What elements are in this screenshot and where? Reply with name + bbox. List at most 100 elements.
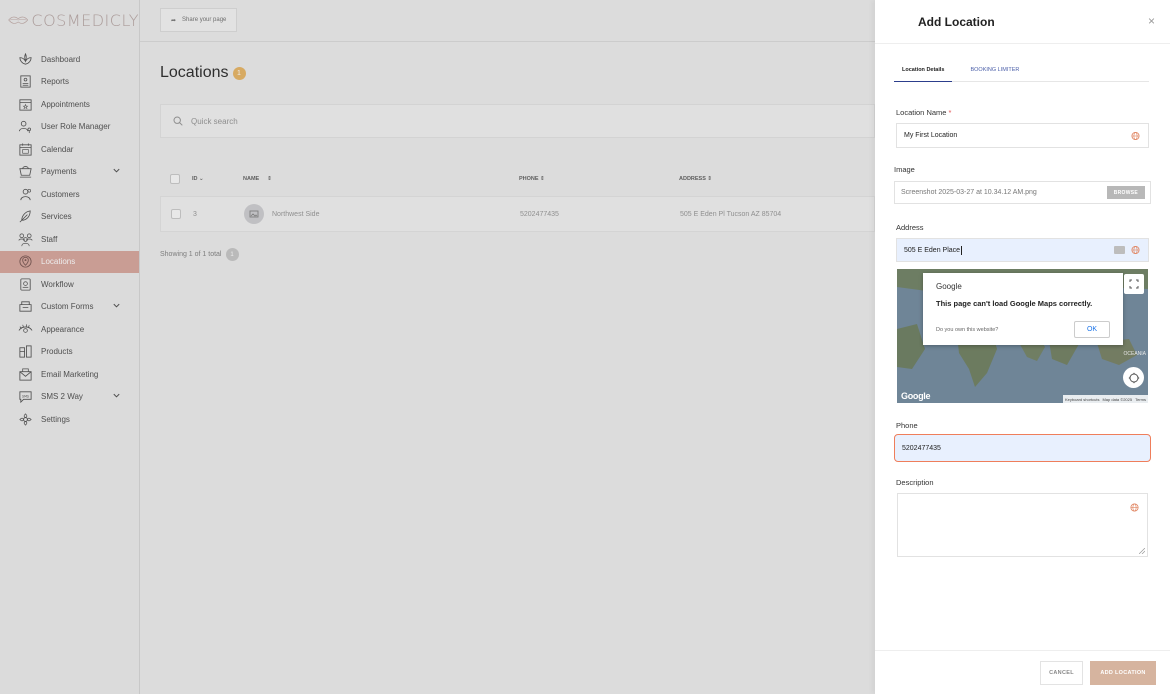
sidebar-item-label: Payments <box>41 167 77 177</box>
share-arrow-icon: ➦ <box>171 17 177 24</box>
description-label: Description <box>896 478 934 487</box>
feather-icon <box>17 209 33 225</box>
select-all-checkbox[interactable] <box>170 174 180 184</box>
address-input[interactable]: 505 E Eden Place <box>896 238 1149 262</box>
translate-globe-icon[interactable] <box>1131 131 1140 140</box>
lips-logo-icon <box>8 16 29 24</box>
sidebar-item-appearance[interactable]: Appearance <box>0 318 139 341</box>
brand-logo[interactable]: COSMEDICLY <box>0 0 139 40</box>
email-icon <box>17 366 33 382</box>
sidebar-item-calendar[interactable]: Calendar <box>0 138 139 161</box>
map-label-oceania: OCEANIA <box>1123 351 1146 357</box>
address-value: 505 E Eden Place <box>904 246 961 254</box>
showing-text: Showing 1 of 1 total <box>160 251 222 258</box>
svg-text:SMS: SMS <box>22 395 29 399</box>
sms-icon: SMS <box>17 389 33 405</box>
brand-name: COSMEDICLY <box>31 10 139 30</box>
col-id-label: ID <box>192 176 198 182</box>
sidebar-item-products[interactable]: Products <box>0 341 139 364</box>
chevron-down-icon[interactable] <box>112 301 121 312</box>
sidebar-item-workflow[interactable]: Workflow <box>0 273 139 296</box>
sidebar-item-payments[interactable]: Payments <box>0 161 139 184</box>
chevron-down-icon[interactable] <box>112 391 121 402</box>
sidebar-item-staff[interactable]: Staff <box>0 228 139 251</box>
add-location-button[interactable]: ADD LOCATION <box>1090 661 1156 685</box>
location-name-label: Location Name * <box>896 108 951 117</box>
sidebar-item-label: Calendar <box>41 144 74 154</box>
calendar-icon <box>17 141 33 157</box>
row-checkbox[interactable] <box>171 209 181 219</box>
products-icon <box>17 344 33 360</box>
main-content: ➦ Share your page Locations 1 Quick sear… <box>140 0 875 694</box>
image-file-input[interactable]: Screenshot 2025-03-27 at 10.34.12 AM.png… <box>894 181 1151 204</box>
autofill-icon[interactable] <box>1114 246 1125 254</box>
tab-booking-limiter[interactable]: BOOKING LIMITER <box>962 64 1027 82</box>
sidebar-item-label: Workflow <box>41 279 74 289</box>
translate-globe-icon[interactable] <box>1131 245 1140 255</box>
sidebar-item-label: Custom Forms <box>41 302 94 312</box>
terms-link[interactable]: Terms <box>1135 397 1146 402</box>
col-address-header[interactable]: ADDRESS ⇕ <box>679 176 712 182</box>
row-phone: 5202477435 <box>520 210 559 218</box>
sidebar-nav: Dashboard Reports Appointments User Role Ma… <box>0 48 139 431</box>
dialog-message: This page can't load Google Maps correct… <box>936 299 1093 308</box>
map-error-dialog: Google This page can't load Google Maps … <box>923 273 1123 345</box>
row-name: Northwest Side <box>272 210 320 218</box>
sidebar-item-locations[interactable]: Locations <box>0 250 139 273</box>
add-location-drawer: Add Location × Location Details BOOKING … <box>875 0 1170 694</box>
drawer-footer: CANCEL ADD LOCATION <box>875 650 1170 694</box>
col-name-label: NAME <box>243 176 260 182</box>
top-bar: ➦ Share your page <box>140 0 875 42</box>
col-phone-label: PHONE <box>519 176 539 182</box>
sidebar-item-label: Settings <box>41 414 70 424</box>
drawer-header: Add Location <box>875 0 1170 44</box>
pan-control-icon[interactable] <box>1123 367 1144 388</box>
page-number-button[interactable]: 1 <box>225 248 239 261</box>
sidebar-item-dashboard[interactable]: Dashboard <box>0 48 139 71</box>
search-icon <box>173 116 183 126</box>
sidebar-item-custom-forms[interactable]: Custom Forms <box>0 296 139 319</box>
sidebar-item-label: Appearance <box>41 324 85 334</box>
dialog-own-website-link[interactable]: Do you own this website? <box>936 327 998 333</box>
tab-location-details[interactable]: Location Details <box>894 64 953 82</box>
sidebar-item-services[interactable]: Services <box>0 206 139 229</box>
close-icon[interactable]: × <box>1148 14 1155 28</box>
dialog-ok-button[interactable]: OK <box>1074 321 1110 338</box>
col-id-header[interactable]: ID ⌄ <box>192 176 204 182</box>
google-logo: Google <box>901 391 931 401</box>
location-name-input[interactable]: My First Location <box>896 123 1149 148</box>
col-address-label: ADDRESS <box>679 176 706 182</box>
share-page-button[interactable]: ➦ Share your page <box>160 8 238 32</box>
user-key-icon <box>17 119 33 135</box>
fullscreen-icon[interactable] <box>1124 274 1144 294</box>
search-placeholder: Quick search <box>191 116 238 126</box>
sidebar-item-label: Staff <box>41 234 58 244</box>
flower-gear-icon <box>17 411 33 427</box>
browse-button[interactable]: BROWSE <box>1106 186 1145 199</box>
quick-search-input[interactable]: Quick search <box>160 104 875 138</box>
location-name-label-text: Location Name <box>896 108 947 117</box>
sidebar-item-user-role-manager[interactable]: User Role Manager <box>0 116 139 139</box>
phone-input[interactable]: 5202477435 <box>894 434 1151 462</box>
google-map[interactable]: Google This page can't load Google Maps … <box>897 269 1148 403</box>
page-title-text: Locations <box>160 64 229 81</box>
sidebar-item-settings[interactable]: Settings <box>0 408 139 431</box>
translate-globe-icon[interactable] <box>1130 503 1139 512</box>
sidebar-item-email-marketing[interactable]: Email Marketing <box>0 363 139 386</box>
phone-value: 5202477435 <box>902 444 941 452</box>
address-label: Address <box>896 223 924 232</box>
required-marker: * <box>948 108 952 117</box>
col-phone-header[interactable]: PHONE ⇕ <box>519 176 545 182</box>
sidebar-item-appointments[interactable]: Appointments <box>0 93 139 116</box>
chevron-down-icon[interactable] <box>112 166 121 177</box>
drawer-title: Add Location <box>918 14 995 29</box>
sidebar-item-customers[interactable]: Customers <box>0 183 139 206</box>
keyboard-shortcuts-link[interactable]: Keyboard shortcuts <box>1065 397 1099 402</box>
col-name-header[interactable]: NAME ⇕ <box>243 176 272 182</box>
cancel-button[interactable]: CANCEL <box>1040 661 1083 685</box>
table-row[interactable]: 3 Northwest Side 5202477435 505 E Eden P… <box>160 196 875 232</box>
sidebar-item-sms-2-way[interactable]: SMS SMS 2 Way <box>0 386 139 409</box>
sidebar-item-reports[interactable]: Reports <box>0 71 139 94</box>
description-textarea[interactable] <box>897 493 1148 557</box>
resize-handle-icon[interactable] <box>1139 548 1145 554</box>
